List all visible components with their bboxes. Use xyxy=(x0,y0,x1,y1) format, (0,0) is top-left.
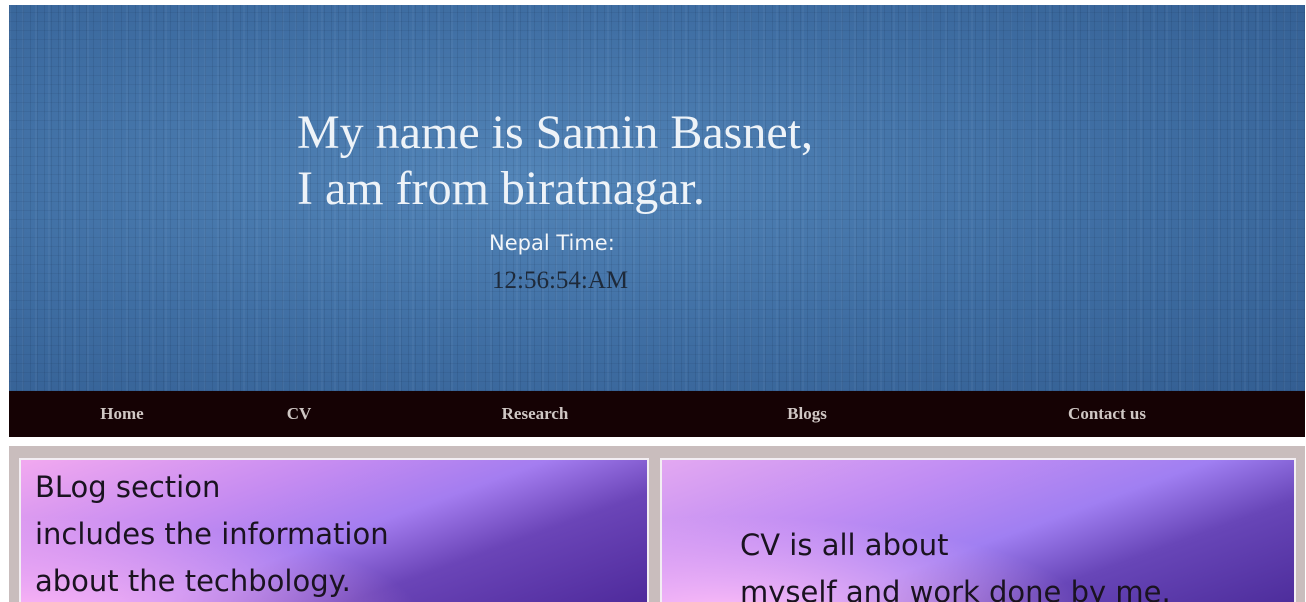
cv-section-text: CV is all about myself and work done by … xyxy=(740,522,1171,602)
card-text-line: myself and work done by me. xyxy=(740,575,1171,602)
nepal-time-clock: 12:56:54:AM xyxy=(492,267,629,294)
page: My name is Samin Basnet, I am from birat… xyxy=(0,0,1306,602)
blog-section-text: BLog section includes the information ab… xyxy=(35,464,389,602)
nepal-time-label: Nepal Time: xyxy=(489,231,615,255)
cv-section-card[interactable]: CV is all about myself and work done by … xyxy=(660,458,1296,602)
card-text-line: BLog section xyxy=(35,470,221,504)
hero-banner: My name is Samin Basnet, I am from birat… xyxy=(9,5,1305,391)
hero-title: My name is Samin Basnet, I am from birat… xyxy=(297,105,813,217)
nav-contact-link[interactable]: Contact us xyxy=(1068,391,1146,437)
card-text-line: about the techbology. xyxy=(35,564,351,598)
card-text-line: CV is all about xyxy=(740,528,949,562)
hero-title-line: My name is Samin Basnet, xyxy=(297,106,813,159)
hero-title-line: I am from biratnagar. xyxy=(297,162,705,215)
card-text-line: includes the information xyxy=(35,517,389,551)
nav-home-link[interactable]: Home xyxy=(100,391,143,437)
nav-cv-link[interactable]: CV xyxy=(287,391,312,437)
nav-research-link[interactable]: Research xyxy=(502,391,569,437)
content-area: BLog section includes the information ab… xyxy=(9,446,1305,602)
blog-section-card[interactable]: BLog section includes the information ab… xyxy=(19,458,649,602)
main-navigation: Home CV Research Blogs Contact us xyxy=(9,391,1305,437)
nav-blogs-link[interactable]: Blogs xyxy=(787,391,827,437)
